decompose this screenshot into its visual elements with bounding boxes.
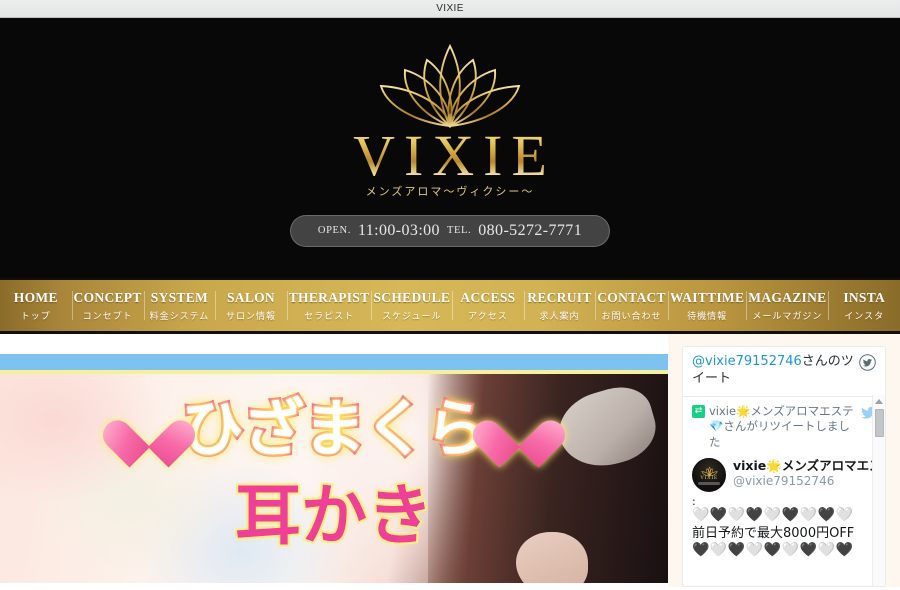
open-hours-and-tel-bar: OPEN. 11:00-03:00 TEL. 080-5272-7771 [290, 214, 610, 247]
nav-item-label-jp: トップ [20, 310, 51, 321]
tweet-text: 前日予約で最大8000円OFF [692, 525, 855, 541]
nav-item-insta[interactable]: INSTA インスタ [828, 280, 900, 331]
nav-item-label-en: CONCEPT [73, 289, 142, 305]
twitter-widget-body: ⇄ vixie🌟メンズアロマエステ💎さんがリツイートしました VIXIE vix… [683, 397, 885, 560]
nav-item-label-en: SALON [226, 289, 275, 305]
browser-title-bar: VIXIE [0, 0, 900, 18]
banner-photo: ひざまくら 耳かき [0, 374, 668, 583]
main-navigation: HOME トップ CONCEPT コンセプト SYSTEM 料金システム SALON サロン情… [0, 278, 900, 334]
nav-item-recruit[interactable]: RECRUIT 求人案内 [523, 280, 596, 331]
nav-item-label-en: MAGAZINE [748, 289, 827, 305]
tweet-author[interactable]: VIXIE vixie🌟メンズアロマエス @vixie79152746 [692, 458, 882, 493]
twitter-widget-scrollbar[interactable] [872, 395, 885, 586]
open-label: OPEN. [317, 225, 351, 237]
heart-icon [121, 395, 177, 451]
nav-item-label-en: RECRUIT [527, 289, 592, 305]
main-column: ひざまくら 耳かき [0, 334, 668, 587]
scroll-up-button[interactable] [873, 395, 885, 408]
twitter-timeline-link[interactable]: @vixie79152746さんのツイート [692, 354, 855, 388]
chevron-up-icon [875, 399, 883, 404]
tweet-hearts-bottom: 🖤🤍🖤🤍🖤🤍🖤🤍🖤 [692, 542, 854, 559]
avatar-brand-text: VIXIE [700, 476, 718, 482]
nav-item-waittime[interactable]: WAITTIME 待機情報 [667, 280, 746, 331]
sidebar-column: @vixie79152746さんのツイート ⇄ vixie🌟メンズアロマエステ💎… [668, 334, 900, 587]
nav-item-system[interactable]: SYSTEM 料金システム [143, 280, 216, 331]
nav-item-label-jp: サロン情報 [225, 310, 276, 321]
twitter-timeline-widget: @vixie79152746さんのツイート ⇄ vixie🌟メンズアロマエステ💎… [682, 346, 886, 587]
nav-item-label-jp: セラピスト [304, 310, 355, 321]
site-header: VIXIE メンズアロマ～ヴィクシー～ OPEN. 11:00-03:00 TE… [0, 18, 900, 278]
retweet-notice-text: vixie🌟メンズアロマエステ💎さんがリツイートしました [709, 403, 854, 449]
nav-item-label-jp: 待機情報 [687, 310, 728, 321]
nav-item-label-jp: アクセス [468, 310, 508, 321]
brand-wordmark: VIXIE [344, 125, 556, 187]
window-title: VIXIE [436, 3, 464, 14]
nav-item-therapist[interactable]: THERAPIST セラピスト [286, 280, 372, 331]
nav-item-concept[interactable]: CONCEPT コンセプト [71, 280, 144, 331]
nav-item-label-en: CONTACT [597, 289, 666, 305]
twitter-widget-header: @vixie79152746さんのツイート [683, 347, 885, 397]
nav-item-salon[interactable]: SALON サロン情報 [215, 280, 287, 331]
scrollbar-thumb[interactable] [874, 409, 884, 437]
nav-item-contact[interactable]: CONTACT お問い合わせ [595, 280, 668, 331]
promo-banner[interactable]: ひざまくら 耳かき [0, 354, 668, 587]
nav-item-magazine[interactable]: MAGAZINE メールマガジン [746, 280, 828, 331]
banner-top-strip [0, 354, 668, 374]
nav-item-schedule[interactable]: SCHEDULE スケジュール [371, 280, 452, 331]
twitter-header-handle: @vixie79152746 [692, 354, 802, 369]
banner-headline-primary: ひざまくら [121, 378, 546, 468]
nav-item-access[interactable]: ACCESS アクセス [452, 280, 524, 331]
tel-number-value[interactable]: 080-5272-7771 [478, 222, 582, 240]
brand-subtitle: メンズアロマ～ヴィクシー～ [365, 185, 535, 198]
banner-headline-secondary: 耳かき [233, 462, 435, 558]
tweet-author-handle[interactable]: @vixie79152746 [733, 474, 876, 490]
tweet-author-display-name[interactable]: vixie🌟メンズアロマエス [733, 458, 882, 474]
tweet-hearts-top: 🤍🖤🤍🖤🤍🖤🤍🖤🤍 [692, 507, 854, 524]
nav-item-label-jp: コンセプト [82, 310, 133, 321]
vixie-avatar-icon[interactable]: VIXIE [692, 458, 726, 493]
tweet-colon-line: : [692, 495, 698, 509]
twitter-bird-icon[interactable] [859, 354, 876, 371]
banner-headline-secondary-text: 耳かき [233, 475, 435, 556]
avatar-bar [698, 482, 720, 486]
nav-item-label-en: SCHEDULE [373, 289, 451, 305]
retweet-notice: ⇄ vixie🌟メンズアロマエステ💎さんがリツイートしました [692, 404, 876, 451]
tweet-content: : 🤍🖤🤍🖤🤍🖤🤍🖤🤍 前日予約で最大8000円OFF 🖤🤍🖤🤍🖤🤍🖤🤍🖤 [692, 492, 876, 560]
nav-item-home[interactable]: HOME トップ [0, 280, 72, 331]
open-hours-value: 11:00-03:00 [357, 221, 440, 239]
banner-headline-primary-text: ひざまくら [179, 390, 490, 468]
nav-item-label-jp: メールマガジン [752, 310, 823, 321]
nav-item-label-en: WAITTIME [669, 289, 745, 305]
nav-item-label-jp: スケジュール [382, 310, 442, 321]
nav-item-label-en: THERAPIST [288, 289, 370, 305]
banner-text-overlay: ひざまくら 耳かき [0, 374, 668, 583]
nav-item-label-en: SYSTEM [150, 289, 209, 305]
nav-item-label-en: ACCESS [460, 289, 516, 305]
nav-item-label-jp: お問い合わせ [601, 310, 662, 321]
lotus-flower-icon [365, 32, 535, 130]
nav-item-label-en: INSTA [843, 289, 886, 305]
nav-item-label-jp: 求人案内 [539, 310, 580, 321]
nav-item-label-en: HOME [13, 289, 58, 305]
tel-label: TEL. [446, 225, 472, 237]
retweet-icon: ⇄ [692, 404, 705, 418]
nav-item-label-jp: インスタ [844, 310, 885, 321]
tweet-author-names: vixie🌟メンズアロマエス @vixie79152746 [733, 458, 882, 490]
heart-icon [491, 395, 547, 451]
nav-item-label-jp: 料金システム [149, 310, 210, 321]
page-content: ひざまくら 耳かき @vixie79152746さんのツイート ⇄ vixie🌟… [0, 334, 900, 587]
